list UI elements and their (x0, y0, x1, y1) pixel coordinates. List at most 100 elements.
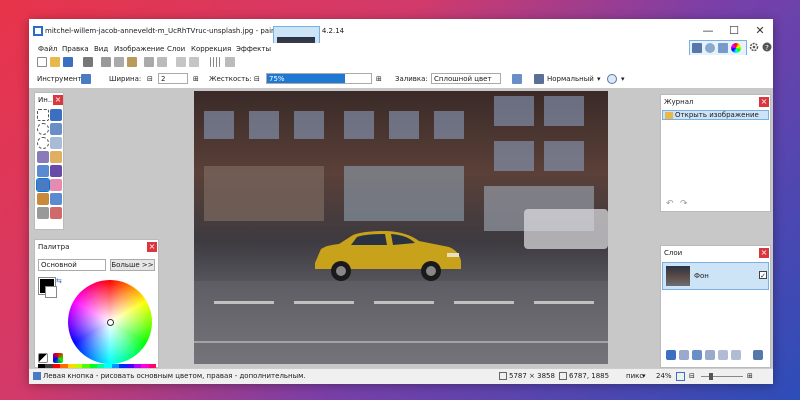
recolor-tool-icon[interactable] (50, 207, 62, 219)
hardness-decrease-icon[interactable]: ⊟ (254, 75, 260, 83)
tools-window-icon[interactable] (692, 43, 702, 53)
storefront (344, 166, 464, 221)
fill-select[interactable]: Сплошной цвет (431, 73, 501, 84)
close-button[interactable]: ✕ (747, 19, 773, 43)
menu-layers[interactable]: Слои (167, 43, 185, 55)
app-window: mitchel-willem-jacob-anneveldt-m_UcRhTVr… (29, 19, 773, 384)
building-window (494, 141, 534, 171)
layer-row[interactable]: Фон ✓ (662, 262, 769, 290)
hardness-increase-icon[interactable]: ⊞ (376, 75, 382, 83)
paste-icon[interactable] (127, 57, 137, 67)
new-file-icon[interactable] (37, 57, 47, 67)
blend-chevron-down-icon[interactable]: ▾ (597, 75, 601, 83)
zoom-tool-icon[interactable] (50, 137, 62, 149)
move-layer-down-icon[interactable] (731, 350, 741, 360)
tools-panel: Ин... × (34, 92, 64, 230)
swap-colors-icon[interactable]: ⇆ (56, 277, 62, 285)
cut-icon[interactable] (101, 57, 111, 67)
layers-window-icon[interactable] (718, 43, 728, 53)
copy-icon[interactable] (114, 57, 124, 67)
alpha-blending-icon[interactable] (607, 74, 617, 84)
history-panel: Журнал × Открыть изображение ↶ ↷ (660, 94, 771, 212)
alpha-chevron-down-icon[interactable]: ▾ (621, 75, 625, 83)
layer-visibility-checkbox[interactable]: ✓ (759, 271, 767, 280)
history-item[interactable]: Открыть изображение (662, 110, 769, 120)
menu-file[interactable]: Файл (38, 43, 57, 55)
history-undo-icon[interactable]: ↶ (666, 199, 674, 209)
zoom-in-icon[interactable]: ⊞ (747, 372, 753, 380)
deselect-icon[interactable] (157, 57, 167, 67)
palette-close-button[interactable]: × (147, 242, 157, 252)
layers-close-button[interactable]: × (759, 248, 769, 258)
antialias-icon[interactable] (512, 74, 522, 84)
print-icon[interactable] (83, 57, 93, 67)
color-picker-tool-icon[interactable] (50, 193, 62, 205)
units-select[interactable]: пикс (626, 372, 643, 380)
history-redo-icon[interactable]: ↷ (680, 199, 688, 209)
zoom-slider-thumb[interactable] (709, 373, 713, 380)
zoom-slider[interactable] (701, 373, 743, 380)
color-wheel-cursor[interactable] (107, 319, 114, 326)
width-label: Ширина: (109, 75, 142, 83)
paint-bucket-tool-icon[interactable] (37, 165, 49, 177)
layer-properties-icon[interactable] (753, 350, 763, 360)
gear-icon[interactable] (749, 42, 759, 52)
ruler-icon[interactable] (225, 57, 235, 67)
eraser-tool-icon[interactable] (50, 179, 62, 191)
open-folder-icon (665, 112, 673, 119)
menu-image[interactable]: Изображение (114, 43, 164, 55)
merge-layer-icon[interactable] (705, 350, 715, 360)
colors-window-icon[interactable] (731, 43, 741, 53)
duplicate-layer-icon[interactable] (692, 350, 702, 360)
move-layer-up-icon[interactable] (718, 350, 728, 360)
secondary-color-swatch[interactable] (45, 286, 57, 298)
palette-mode-select[interactable]: Основной (38, 259, 106, 271)
lasso-tool-icon[interactable] (37, 123, 49, 135)
palette-options-icon[interactable] (53, 353, 63, 363)
rectangle-select-tool-icon[interactable] (37, 109, 49, 121)
magic-wand-tool-icon[interactable] (37, 151, 49, 163)
menu-adjustments[interactable]: Коррекция (191, 43, 231, 55)
menu-view[interactable]: Вид (94, 43, 108, 55)
units-chevron-down-icon[interactable]: ▾ (642, 372, 646, 380)
width-input[interactable]: 2 (158, 73, 188, 84)
width-decrease-icon[interactable]: ⊟ (147, 75, 153, 83)
zoom-fit-icon[interactable] (676, 372, 685, 381)
color-wheel[interactable] (68, 280, 152, 364)
clone-stamp-tool-icon[interactable] (37, 207, 49, 219)
move-selection-tool-icon[interactable] (50, 109, 62, 121)
hardness-slider[interactable]: 75% (266, 73, 372, 84)
add-layer-icon[interactable] (666, 350, 676, 360)
delete-layer-icon[interactable] (679, 350, 689, 360)
move-tool-icon[interactable] (50, 123, 62, 135)
redo-icon[interactable] (189, 57, 199, 67)
pencil-tool-icon[interactable] (37, 193, 49, 205)
zoom-level[interactable]: 24% (656, 372, 672, 380)
open-folder-icon[interactable] (50, 57, 60, 67)
ellipse-select-tool-icon[interactable] (37, 137, 49, 149)
main-toolbar (29, 55, 773, 71)
pan-tool-icon[interactable] (50, 151, 62, 163)
blend-mode-icon[interactable] (534, 74, 544, 84)
menu-edit[interactable]: Правка (62, 43, 89, 55)
menu-effects[interactable]: Эффекты (236, 43, 271, 55)
help-icon[interactable]: ? (762, 42, 772, 52)
save-icon[interactable] (63, 57, 73, 67)
history-window-icon[interactable] (705, 43, 715, 53)
road (194, 281, 608, 364)
undo-icon[interactable] (176, 57, 186, 67)
zoom-out-icon[interactable]: ⊟ (689, 372, 695, 380)
width-increase-icon[interactable]: ⊞ (193, 75, 199, 83)
reset-colors-icon[interactable] (38, 353, 48, 363)
paintbrush-tool-icon-selected[interactable] (36, 178, 50, 192)
road-edge-line (194, 341, 608, 343)
paintbrush-tool-icon[interactable] (81, 74, 91, 84)
gradient-tool-icon[interactable] (50, 165, 62, 177)
image-canvas[interactable] (194, 91, 608, 364)
tools-close-button[interactable]: × (53, 95, 63, 105)
crop-icon[interactable] (144, 57, 154, 67)
grid-icon[interactable] (210, 57, 220, 67)
blend-mode-select[interactable]: Нормальный (547, 75, 594, 83)
history-close-button[interactable]: × (759, 97, 769, 107)
more-colors-button[interactable]: Больше >> (110, 259, 155, 271)
